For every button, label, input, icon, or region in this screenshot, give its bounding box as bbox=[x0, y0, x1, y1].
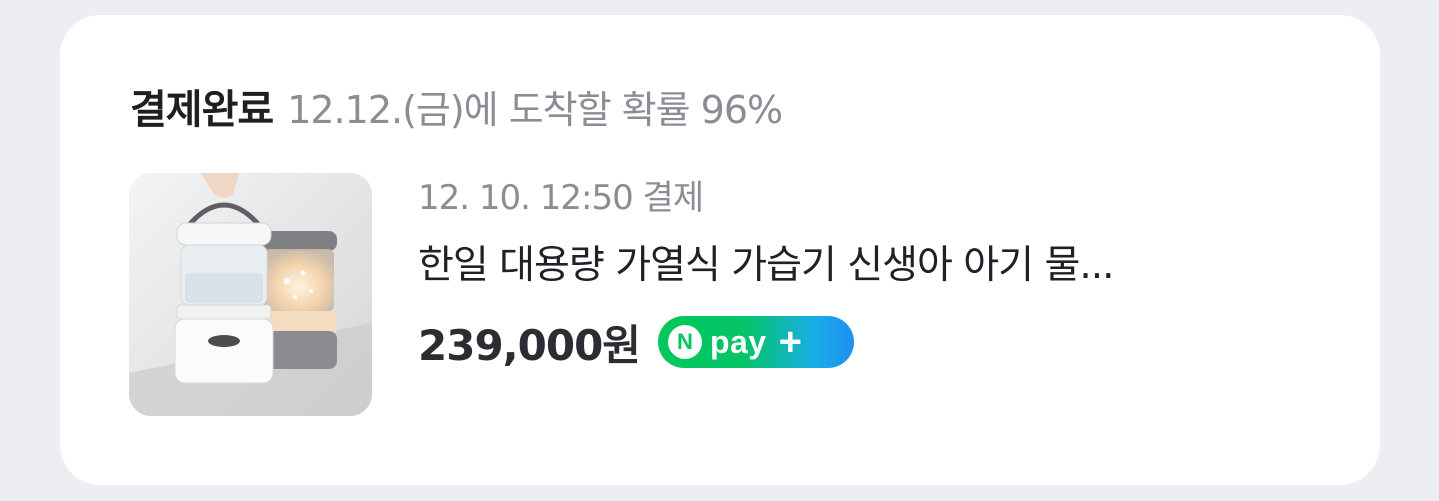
order-card[interactable]: 결제완료 12.12.(금)에 도착할 확률 96% 12. 10. 12:50… bbox=[60, 15, 1380, 485]
order-status: 결제완료 bbox=[130, 87, 274, 133]
product-name[interactable]: 한일 대용량 가열식 가습기 신생아 아기 물... bbox=[418, 243, 1298, 290]
naver-n-icon: N bbox=[667, 325, 702, 360]
order-header: 결제완료 12.12.(금)에 도착할 확률 96% bbox=[130, 77, 783, 135]
npay-plus-badge: N pay + bbox=[657, 316, 854, 369]
humidifier-image bbox=[129, 173, 372, 416]
npay-label: pay bbox=[709, 323, 767, 360]
payment-datetime: 12. 10. 12:50 결제 bbox=[418, 178, 704, 218]
delivery-estimate: 12.12.(금)에 도착할 확률 96% bbox=[287, 88, 783, 132]
price-row: 239,000원 N pay + bbox=[418, 312, 1318, 373]
product-thumbnail[interactable] bbox=[129, 173, 372, 416]
order-info: 12. 10. 12:50 결제 한일 대용량 가열식 가습기 신생아 아기 물… bbox=[418, 181, 1318, 373]
product-price: 239,000원 bbox=[418, 320, 641, 370]
plus-icon: + bbox=[778, 320, 802, 365]
